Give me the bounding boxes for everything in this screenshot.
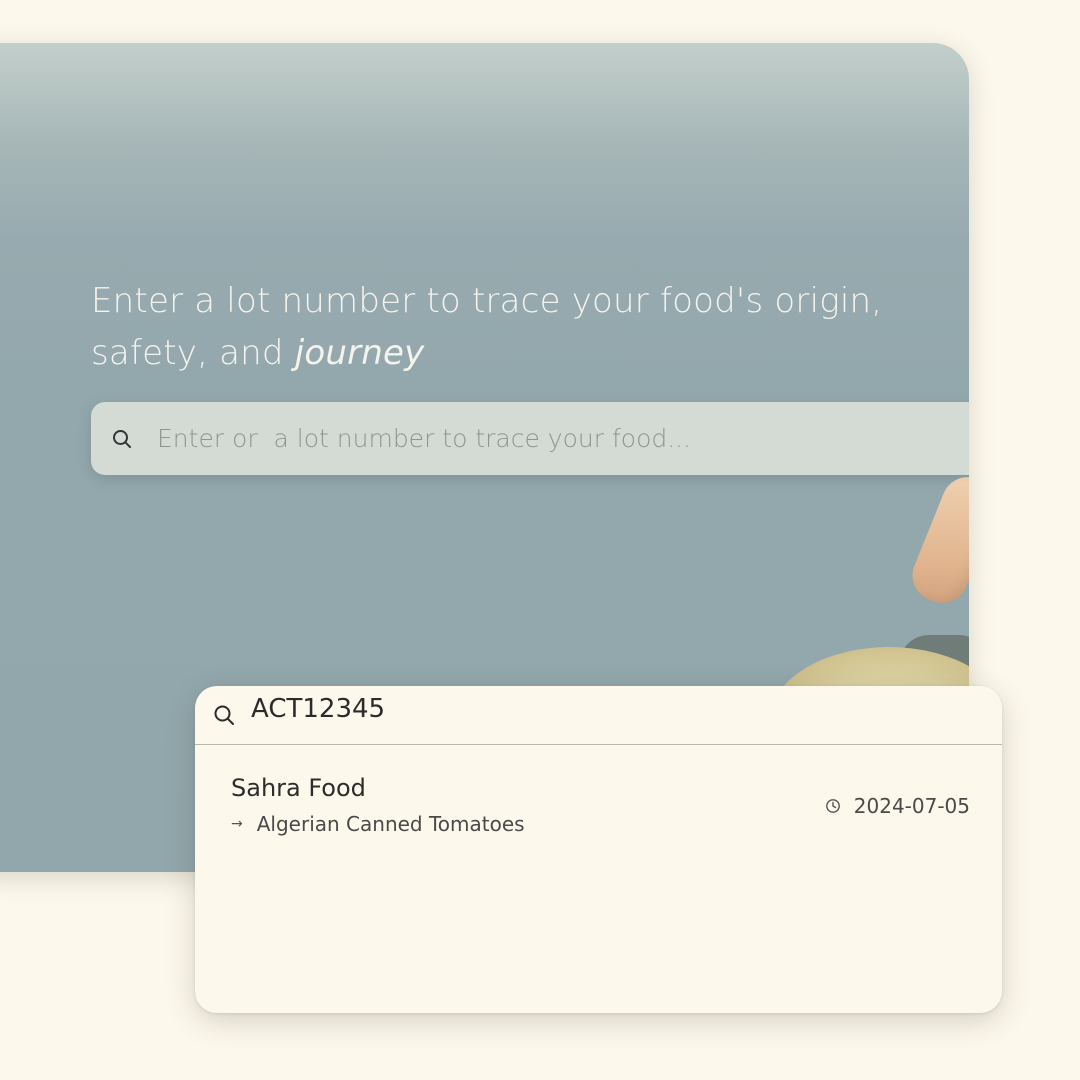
popup-search-bar — [195, 686, 1002, 745]
hero-search-bar[interactable]: Enter or a lot number to trace your food… — [91, 402, 969, 475]
lot-number-input[interactable] — [251, 689, 951, 729]
result-product-line: → Algerian Canned Tomatoes — [231, 812, 525, 836]
result-date-text: 2024-07-05 — [853, 794, 970, 818]
search-icon — [111, 428, 133, 450]
result-date: 2024-07-05 — [825, 794, 970, 818]
search-result-item[interactable]: Sahra Food → Algerian Canned Tomatoes 20… — [195, 762, 1002, 842]
arrow-right-icon: → — [231, 816, 243, 832]
result-company-name: Sahra Food — [231, 774, 366, 802]
hero-title-text: Enter a lot number to trace your food's … — [91, 281, 883, 373]
search-icon — [212, 703, 236, 727]
page: Enter a lot number to trace your food's … — [0, 0, 1080, 1080]
result-product-name: Algerian Canned Tomatoes — [256, 812, 525, 836]
search-popup: Sahra Food → Algerian Canned Tomatoes 20… — [195, 686, 1002, 1013]
hero-search-placeholder: Enter or a lot number to trace your food… — [157, 424, 692, 453]
hero-title-emphasis: journey — [294, 333, 425, 373]
clock-icon — [825, 798, 841, 814]
bottle-image — [904, 469, 969, 611]
hero-title: Enter a lot number to trace your food's … — [91, 275, 891, 379]
